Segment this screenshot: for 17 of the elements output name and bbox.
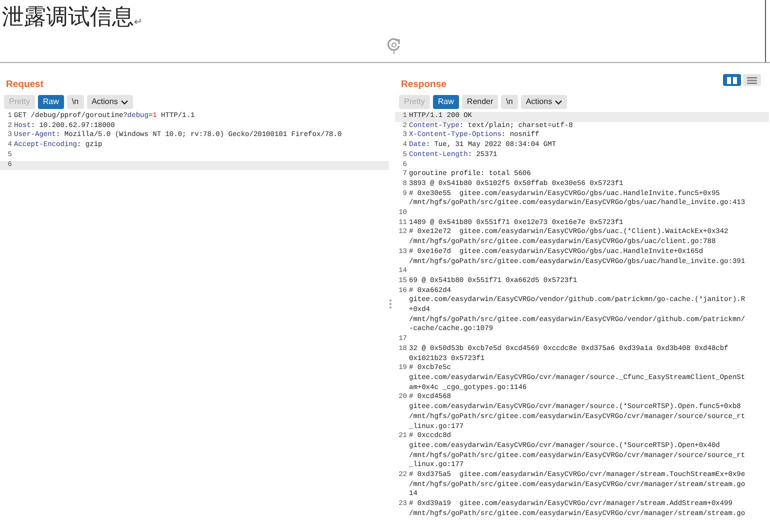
- splitter-handle-icon[interactable]: [389, 299, 392, 309]
- view-tab[interactable]: \n: [66, 95, 84, 109]
- pane-title: Request: [6, 78, 44, 90]
- paragraph-mark: ↵: [134, 16, 142, 28]
- actions-dropdown[interactable]: Actions: [520, 95, 568, 109]
- view-tab[interactable]: Raw: [38, 95, 64, 109]
- caret-icon: [555, 100, 562, 104]
- view-tab[interactable]: \n: [501, 95, 518, 109]
- document-heading: 泄露调试信息: [2, 4, 134, 32]
- caret-icon: [120, 100, 128, 104]
- view-tab[interactable]: Raw: [432, 95, 459, 109]
- list-view-icon[interactable]: [743, 74, 761, 86]
- view-tab[interactable]: Render: [462, 95, 498, 109]
- pane-title: Response: [401, 78, 446, 90]
- split-view-icon[interactable]: [723, 74, 741, 86]
- rotate-handle-icon[interactable]: [386, 36, 402, 54]
- actions-dropdown[interactable]: Actions: [86, 95, 133, 109]
